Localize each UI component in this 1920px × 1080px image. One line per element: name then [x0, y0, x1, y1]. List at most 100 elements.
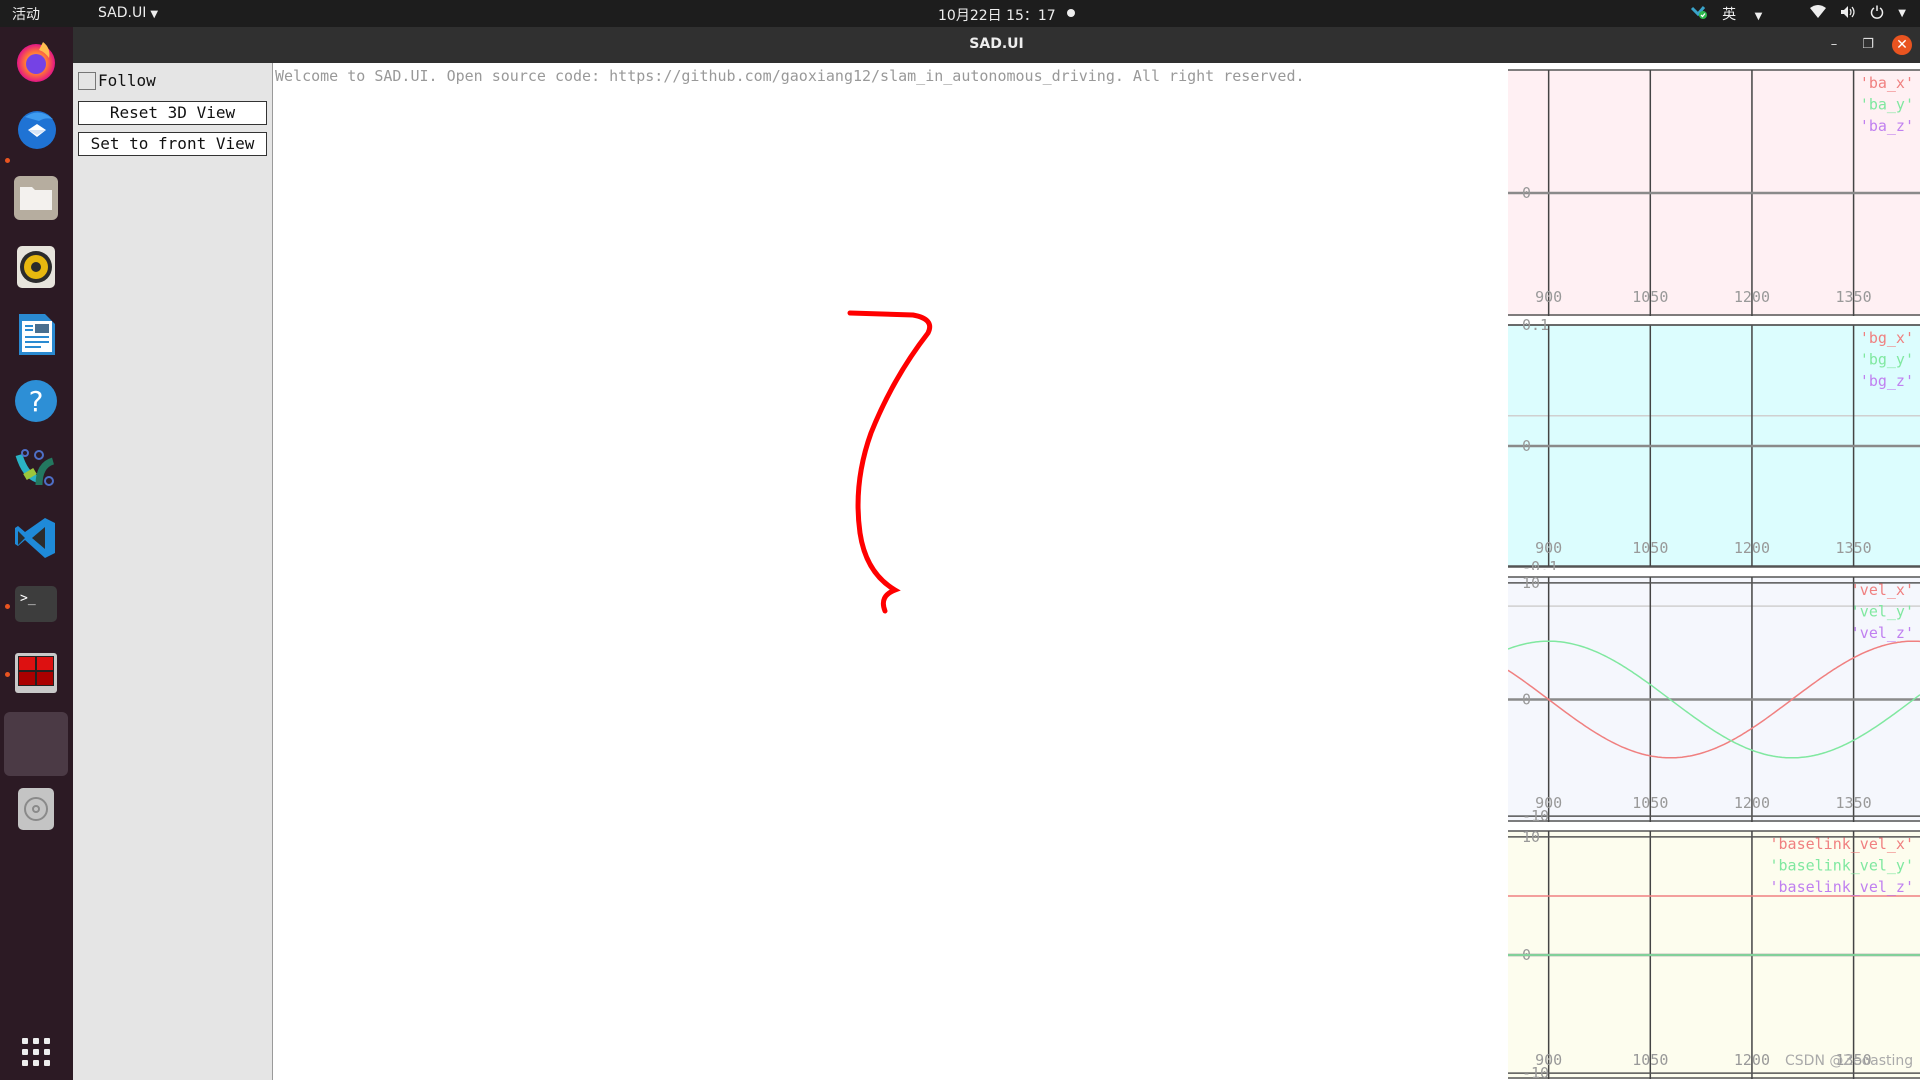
terminal-icon: >_ [15, 586, 57, 622]
plot-ba-svg: 0 900 1050 1200 1350 'ba_x' 'ba_y' 'ba_z' [1508, 69, 1920, 316]
dock-item-writer[interactable] [11, 309, 61, 359]
x-tick-label: 1350 [1836, 794, 1872, 812]
app-menu-label: SAD.UI [98, 5, 147, 21]
plot-bg: 0.1 0 -0.1 900 1050 1200 1350 'bg_x' 'bg_y' 'bg_z… [1508, 316, 1920, 570]
y-tick-label: 0 [1522, 184, 1531, 202]
input-method-indicator[interactable]: 英 ▼ [1722, 4, 1776, 24]
reset-3d-view-button[interactable]: Reset 3D View [78, 101, 267, 125]
plot-bg-svg: 0.1 0 -0.1900 1050 1200 1350 'bg_x' 'bg_y' 'bg_z… [1508, 316, 1920, 570]
close-button[interactable]: ✕ [1892, 35, 1912, 55]
dock-item-terminal[interactable]: >_ [11, 580, 61, 630]
libreoffice-writer-icon [19, 314, 55, 355]
x-tick-label: 1350 [1836, 288, 1872, 306]
chevron-down-icon[interactable]: ▼ [1898, 8, 1906, 19]
legend-entry: 'ba_z' [1860, 117, 1914, 135]
legend-entry: 'ba_y' [1860, 96, 1914, 114]
trajectory-canvas [847, 310, 933, 614]
legend-entry: 'bg_x' [1860, 329, 1914, 347]
files-icon [14, 176, 58, 220]
chevron-down-icon: ▼ [150, 9, 159, 20]
top-bar: 活动 SAD.UI ▼ 10月22日 15：17 英 ▼ ▼ [0, 0, 1920, 27]
minimize-button[interactable]: – [1824, 35, 1844, 55]
running-indicator [5, 604, 10, 609]
terminator-icon [15, 653, 57, 693]
legend-entry: 'vel_x' [1851, 581, 1914, 599]
chevron-down-icon: ▼ [1754, 10, 1763, 22]
disc-icon [18, 788, 54, 830]
dock-item-thunderbird[interactable] [11, 103, 61, 153]
inkscape-icon [15, 449, 55, 486]
legend-entry: 'baselink_vel_x' [1770, 835, 1915, 853]
app-menu[interactable]: SAD.UI ▼ [98, 5, 158, 21]
y-tick-label: 10 [1522, 574, 1540, 592]
window-title: SAD.UI [969, 36, 1024, 52]
x-tick-label: 1050 [1632, 1051, 1668, 1069]
wifi-icon[interactable] [1810, 4, 1827, 23]
x-tick-label: 900 [1535, 1051, 1562, 1069]
3d-view[interactable]: Welcome to SAD.UI. Open source code: htt… [273, 63, 1508, 1080]
legend-entry: 'bg_z' [1860, 372, 1914, 390]
volume-icon[interactable] [1840, 5, 1856, 23]
system-tray[interactable]: 英 ▼ ▼ [1690, 0, 1920, 27]
plot-vel-svg: 100-10900 1050 1200 1350'vel_x''vel_y''vel_… [1508, 574, 1920, 824]
legend-entry: 'ba_x' [1860, 74, 1914, 92]
window-title-bar[interactable]: SAD.UI – ❐ ✕ [73, 27, 1920, 63]
svg-text:>_: >_ [20, 591, 36, 606]
legend-entry: 'baselink_vel_y' [1770, 857, 1915, 875]
watermark: CSDN @Zeoasting [1785, 1053, 1914, 1069]
dock-item-help[interactable]: ? [11, 376, 61, 426]
plot-ba: 0 900 1050 1200 1350 'ba_x' 'ba_y' 'ba_z' [1508, 63, 1920, 316]
dock-item-firefox[interactable] [11, 36, 61, 86]
control-panel: Follow Reset 3D View Set to front View [73, 63, 273, 1080]
x-tick-label: 1350 [1836, 539, 1872, 557]
x-tick-label: 900 [1535, 539, 1562, 557]
running-indicator [5, 158, 10, 163]
input-method-label: 英 [1722, 6, 1737, 23]
x-tick-label: 1050 [1632, 539, 1668, 557]
plot-baselink-vel-svg: 100-10900 1050 1200 1350'baselink_vel_x''ba… [1508, 828, 1920, 1080]
plot-baselink-vel: 10 0 -10 900 1050 1200 1350'baselink_vel_x''ba… [1508, 824, 1920, 1080]
notification-dot-icon [1067, 9, 1075, 17]
x-tick-label: 1200 [1734, 539, 1770, 557]
legend-entry: 'baselink_vel_z' [1770, 878, 1915, 896]
y-tick-label: 0 [1522, 437, 1531, 455]
set-front-view-button[interactable]: Set to front View [78, 132, 267, 156]
y-tick-label: 0 [1522, 691, 1531, 709]
vpn-status-icon[interactable] [1690, 4, 1708, 24]
legend-entry: 'bg_y' [1860, 351, 1914, 369]
dock: ? >_ [0, 27, 73, 1080]
trajectory-path [847, 310, 933, 614]
rhythmbox-icon [17, 246, 55, 288]
firefox-icon [17, 42, 55, 82]
legend-entry: 'vel_y' [1851, 603, 1914, 621]
activities-button[interactable]: 活动 [12, 4, 40, 24]
x-tick-label: 1200 [1734, 288, 1770, 306]
x-tick-label: 900 [1535, 288, 1562, 306]
thunderbird-icon [18, 111, 56, 149]
show-applications-button[interactable] [11, 1027, 61, 1077]
maximize-button[interactable]: ❐ [1858, 35, 1878, 55]
x-tick-label: 1050 [1632, 288, 1668, 306]
dock-item-inkscape[interactable] [11, 445, 61, 495]
dock-item-terminator[interactable] [11, 648, 61, 698]
running-indicator [5, 672, 10, 677]
power-icon[interactable] [1870, 5, 1884, 23]
vscode-icon [15, 518, 55, 558]
follow-label: Follow [98, 71, 156, 90]
checkbox-box[interactable] [78, 71, 96, 90]
legend-entry: 'vel_z' [1851, 624, 1914, 642]
dock-item-vscode[interactable] [11, 513, 61, 563]
dock-item-files[interactable] [11, 173, 61, 223]
follow-checkbox[interactable]: Follow [78, 71, 156, 90]
x-tick-label: 900 [1535, 794, 1562, 812]
dock-item-disc[interactable] [11, 784, 61, 834]
svg-text:?: ? [29, 385, 44, 418]
y-tick-label: -0.1 [1522, 558, 1558, 570]
help-icon: ? [15, 380, 57, 422]
clock[interactable]: 10月22日 15：17 [938, 5, 1056, 25]
x-tick-label: 1200 [1734, 794, 1770, 812]
dock-item-rhythmbox[interactable] [11, 242, 61, 292]
x-tick-label: 1050 [1632, 794, 1668, 812]
plot-vel: 10 0 -10 900 1050 1200 1350'vel_x''vel_y''vel_… [1508, 570, 1920, 824]
dock-item-sad-ui[interactable] [4, 712, 68, 776]
